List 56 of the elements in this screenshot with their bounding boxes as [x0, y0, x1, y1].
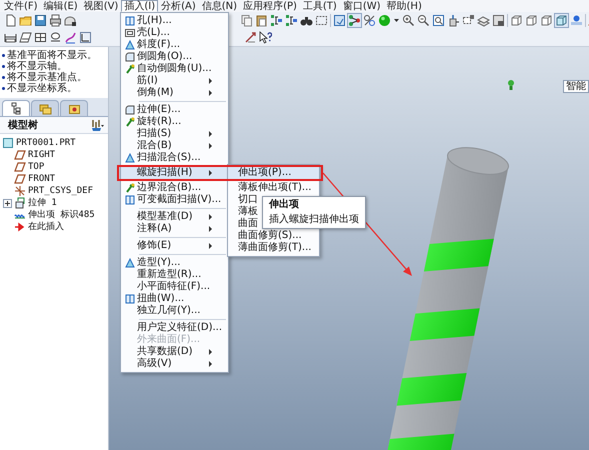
menu-item[interactable]: 修饰(E): [121, 240, 228, 252]
menu-bar-item[interactable]: 视图(V): [80, 0, 122, 12]
menu-item[interactable]: 边界混合(B)...: [121, 182, 228, 194]
tree-item[interactable]: PRT_CSYS_DEF: [28, 185, 94, 197]
menu-item[interactable]: 造型(Y)...: [121, 257, 228, 269]
menu-item[interactable]: 高级(V): [121, 358, 228, 370]
menu-item[interactable]: 小平面特征(F)...: [121, 281, 228, 293]
tree-item[interactable]: 在此插入: [28, 221, 64, 233]
menu-item[interactable]: 倒圆角(O)...: [121, 51, 228, 63]
menu-bar-item[interactable]: 分析(A): [158, 0, 199, 12]
menu-item[interactable]: 独立几何(Y)...: [121, 305, 228, 317]
menu-item[interactable]: 薄曲面修剪(T)...: [228, 242, 320, 254]
menu-item[interactable]: 孔(H)...: [121, 15, 228, 27]
tree-item[interactable]: RIGHT: [28, 149, 56, 161]
status-message: 将不显示基准点。: [7, 72, 87, 83]
tooltip-title: 伸出项: [269, 199, 300, 211]
menu-item[interactable]: 筋(I): [121, 75, 228, 87]
menu-item[interactable]: 曲面修剪(S)...: [228, 230, 320, 242]
menu-item[interactable]: 模型基准(D): [121, 211, 228, 223]
menu-bar-item[interactable]: 帮助(H): [384, 0, 425, 12]
menu-item[interactable]: 壳(L)...: [121, 27, 228, 39]
menu-item[interactable]: 拉伸(E)...: [121, 104, 228, 116]
tree-item[interactable]: 拉伸 1: [28, 197, 57, 209]
status-message: 将不显示轴。: [7, 61, 67, 72]
tree-item[interactable]: PRT0001.PRT: [16, 137, 76, 149]
menu-item[interactable]: 自动倒圆角(U)...: [121, 63, 228, 75]
menu-item[interactable]: 重新造型(R)...: [121, 269, 228, 281]
panel-title: 模型树: [8, 118, 38, 132]
menu-item[interactable]: 注释(A): [121, 223, 228, 235]
menu-item[interactable]: 薄板伸出项(T)...: [228, 182, 320, 194]
tree-item[interactable]: 伸出项 标识485: [28, 209, 95, 221]
tree-item[interactable]: FRONT: [28, 173, 56, 185]
menu-bar-item[interactable]: 应用程序(P): [240, 0, 300, 12]
menu-item[interactable]: 共享数据(D): [121, 346, 228, 358]
menu-bar-item[interactable]: 工具(T): [300, 0, 340, 12]
menu-bar-item[interactable]: 文件(F): [1, 0, 41, 12]
menu-item[interactable]: 扭曲(W)...: [121, 293, 228, 305]
menu-item[interactable]: 可变截面扫描(V)...: [121, 194, 228, 206]
status-message: 基准平面将不显示。: [7, 50, 97, 61]
menu-item[interactable]: 扫描混合(S)...: [121, 152, 228, 164]
status-message: 不显示坐标系。: [7, 83, 77, 94]
menu-item[interactable]: 旋转(R)...: [121, 116, 228, 128]
tooltip-text: 插入螺旋扫描伸出项: [269, 214, 359, 226]
menu-bar-item[interactable]: 信息(N): [198, 0, 240, 12]
menu-item[interactable]: 用户定义特征(D)...: [121, 322, 228, 334]
menu-item[interactable]: 混合(B): [121, 140, 228, 152]
menu-item[interactable]: 扫描(S): [121, 128, 228, 140]
tree-item[interactable]: TOP: [28, 161, 44, 173]
menu-item[interactable]: 斜度(F)...: [121, 39, 228, 51]
filter-dropdown[interactable]: 智能: [563, 80, 589, 93]
menu-item[interactable]: 螺旋扫描(H): [121, 167, 228, 179]
menu-item[interactable]: 伸出项(P)...: [228, 167, 320, 179]
menu-bar-item[interactable]: 窗口(W): [340, 0, 384, 12]
menu-bar-item[interactable]: 插入(I): [121, 0, 158, 12]
menu-bar-item[interactable]: 编辑(E): [40, 0, 81, 12]
menu-item[interactable]: 倒角(M): [121, 87, 228, 99]
